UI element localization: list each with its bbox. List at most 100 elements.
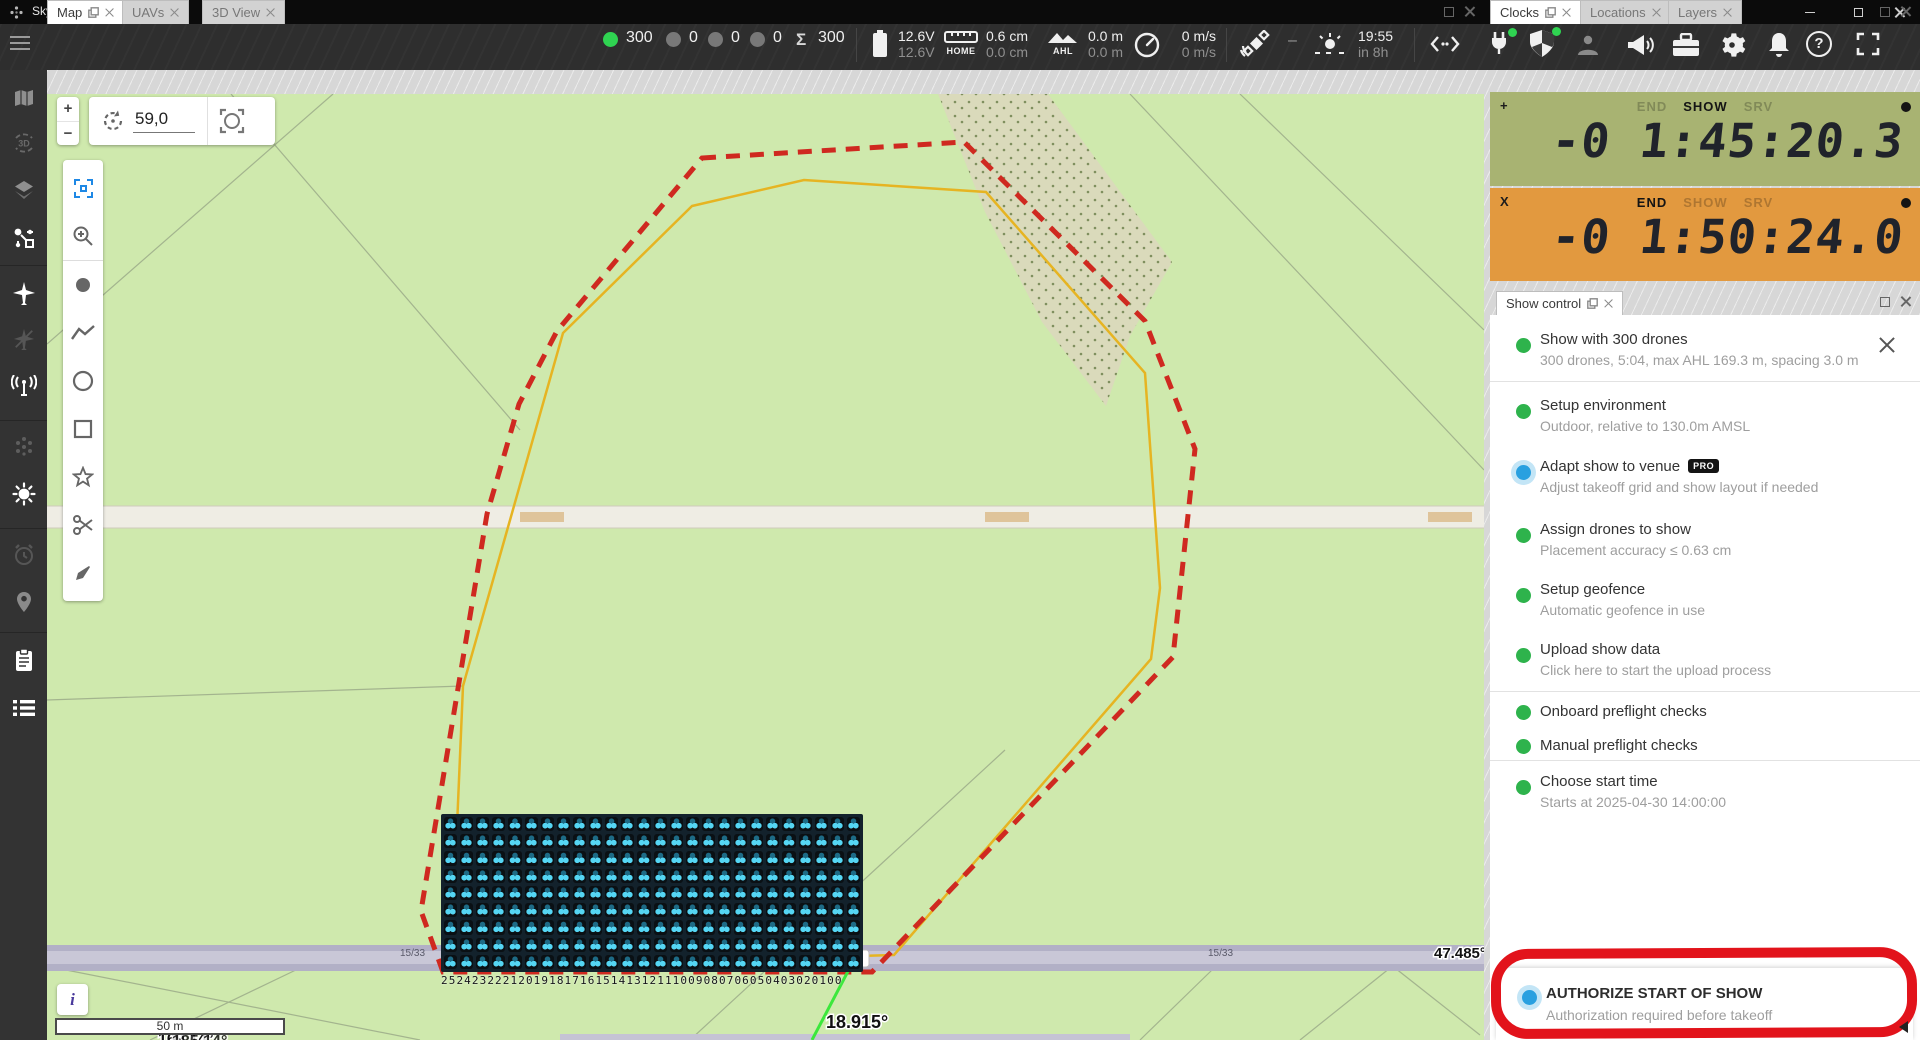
sidebar-item-rtk[interactable] (0, 366, 47, 406)
checklist-item-manual-preflight[interactable]: Manual preflight checks (1490, 730, 1920, 762)
fit-view-icon[interactable] (219, 108, 245, 134)
server-connection-icon[interactable] (1430, 34, 1460, 54)
tab-uavs[interactable]: UAVs (122, 0, 189, 24)
select-tool-button[interactable] (63, 164, 103, 212)
minimize-button[interactable] (1790, 0, 1830, 24)
drone-marker (750, 955, 763, 969)
sidebar-item-clocks[interactable] (0, 535, 47, 575)
drone-marker (831, 955, 844, 969)
tab-close-icon[interactable] (1562, 8, 1571, 17)
notifications-bell-button[interactable] (1766, 31, 1792, 59)
drone-marker (637, 834, 650, 848)
drone-marker (492, 903, 505, 917)
magnifier-icon (72, 225, 94, 247)
drone-marker (831, 938, 844, 952)
drone-marker (541, 938, 554, 952)
drone-marker (734, 869, 747, 883)
menu-button[interactable] (10, 36, 30, 50)
tab-map[interactable]: Map (47, 0, 124, 24)
sidebar-item-light-control[interactable] (0, 474, 47, 514)
rectangle-tool-button[interactable] (63, 405, 103, 453)
panel-close-icon[interactable] (1900, 296, 1911, 307)
popout-icon[interactable] (1545, 7, 1556, 18)
tab-close-icon[interactable] (105, 8, 114, 17)
tab-locations[interactable]: Locations (1580, 0, 1671, 24)
sidebar-item-uavs-disabled[interactable] (0, 319, 47, 359)
panel-corner-arrow-icon[interactable] (1899, 1021, 1908, 1033)
reset-rotation-icon[interactable] (101, 109, 125, 133)
sidebar-item-show-control[interactable] (0, 218, 47, 258)
authorize-start-row[interactable]: AUTHORIZE START OF SHOW Authorization re… (1496, 968, 1913, 1040)
tab-close-icon[interactable] (266, 8, 275, 17)
sidebar-item-locations[interactable] (0, 582, 47, 622)
tab-close-icon[interactable] (1604, 299, 1613, 308)
help-button[interactable]: ? (1806, 31, 1832, 57)
panel-maximize-icon[interactable] (1444, 7, 1454, 17)
zoom-tool-button[interactable] (63, 212, 103, 260)
popout-icon[interactable] (88, 7, 99, 18)
checklist-item-onboard-preflight[interactable]: Onboard preflight checks (1490, 696, 1920, 728)
drone-marker (637, 938, 650, 952)
broadcast-megaphone-button[interactable] (1626, 33, 1654, 57)
zoom-out-button[interactable]: − (57, 121, 79, 145)
sidebar-item-swarm[interactable] (0, 426, 47, 466)
minimize-icon (1805, 12, 1815, 13)
clear-show-button[interactable] (1876, 334, 1898, 356)
drone-marker (573, 920, 586, 934)
tab-close-icon[interactable] (1723, 8, 1732, 17)
checklist-item-geofence[interactable]: Setup geofence Automatic geofence in use (1490, 573, 1920, 627)
toolbox-button[interactable] (1672, 33, 1700, 57)
maximize-button[interactable] (1838, 0, 1878, 24)
drone-marker (621, 938, 634, 952)
star-tool-button[interactable] (63, 453, 103, 501)
sidebar-item-3d-view[interactable]: 3D (0, 123, 47, 163)
drone-marker (702, 851, 715, 865)
panel-maximize-icon[interactable] (1880, 297, 1890, 307)
point-tool-button[interactable] (63, 261, 103, 309)
tab-close-icon[interactable] (170, 8, 179, 17)
tab-clocks[interactable]: Clocks (1490, 0, 1581, 24)
edit-feature-tool-button[interactable] (63, 549, 103, 597)
clock-show: + ENDSHOWSRV -0 1:45:20.3 (1490, 92, 1920, 186)
sidebar-item-map[interactable] (0, 78, 47, 118)
drone-marker (492, 817, 505, 831)
fullscreen-button[interactable] (1856, 32, 1880, 56)
tab-3d-view[interactable]: 3D View (202, 0, 285, 24)
popout-icon[interactable] (1587, 298, 1598, 309)
panel-close-icon[interactable] (1900, 6, 1911, 17)
rotation-input[interactable]: 59,0 (133, 109, 195, 133)
drone-marker (573, 955, 586, 969)
panel-close-icon[interactable] (1464, 6, 1475, 17)
cut-tool-button[interactable] (63, 501, 103, 549)
clock-status-dot (1901, 198, 1911, 208)
checklist-item-show-data[interactable]: Show with 300 drones 300 drones, 5:04, m… (1490, 325, 1920, 379)
circle-tool-button[interactable] (63, 357, 103, 405)
map-canvas[interactable]: 15/33 15/33 47.485° 18.915° 169.14° 185.… (47, 94, 1484, 1040)
path-tool-button[interactable] (63, 309, 103, 357)
attribution-info-button[interactable]: i (57, 984, 88, 1015)
user-icon[interactable] (1576, 33, 1600, 57)
sidebar-item-checklists[interactable] (0, 640, 47, 680)
sidebar-item-layers[interactable] (0, 170, 47, 210)
checklist-item-upload[interactable]: Upload show data Click here to start the… (1490, 633, 1920, 687)
safety-shield-button[interactable] (1528, 29, 1558, 59)
drone-marker (621, 903, 634, 917)
settings-gear-button[interactable] (1718, 31, 1746, 59)
drone-marker (718, 955, 731, 969)
drone-marker (525, 817, 538, 831)
tab-show-control[interactable]: Show control (1496, 291, 1623, 315)
checklist-item-assign-drones[interactable]: Assign drones to show Placement accuracy… (1490, 513, 1920, 567)
connection-plug-button[interactable] (1486, 30, 1514, 58)
authorize-title: AUTHORIZE START OF SHOW (1546, 985, 1762, 1002)
drone-marker (637, 869, 650, 883)
checklist-item-environment[interactable]: Setup environment Outdoor, relative to 1… (1490, 390, 1920, 444)
panel-maximize-icon[interactable] (1880, 7, 1890, 17)
sidebar-item-uavs[interactable] (0, 273, 47, 313)
tab-close-icon[interactable] (1652, 8, 1661, 17)
checklist-item-adapt-venue[interactable]: Adapt show to venuePRO Adjust takeoff gr… (1490, 450, 1920, 504)
tab-label: Map (57, 5, 82, 20)
sidebar-item-log[interactable] (0, 688, 47, 728)
checklist-item-start-time[interactable]: Choose start time Starts at 2025-04-30 1… (1490, 766, 1920, 820)
tab-layers[interactable]: Layers (1668, 0, 1742, 24)
zoom-in-button[interactable]: + (57, 97, 79, 121)
